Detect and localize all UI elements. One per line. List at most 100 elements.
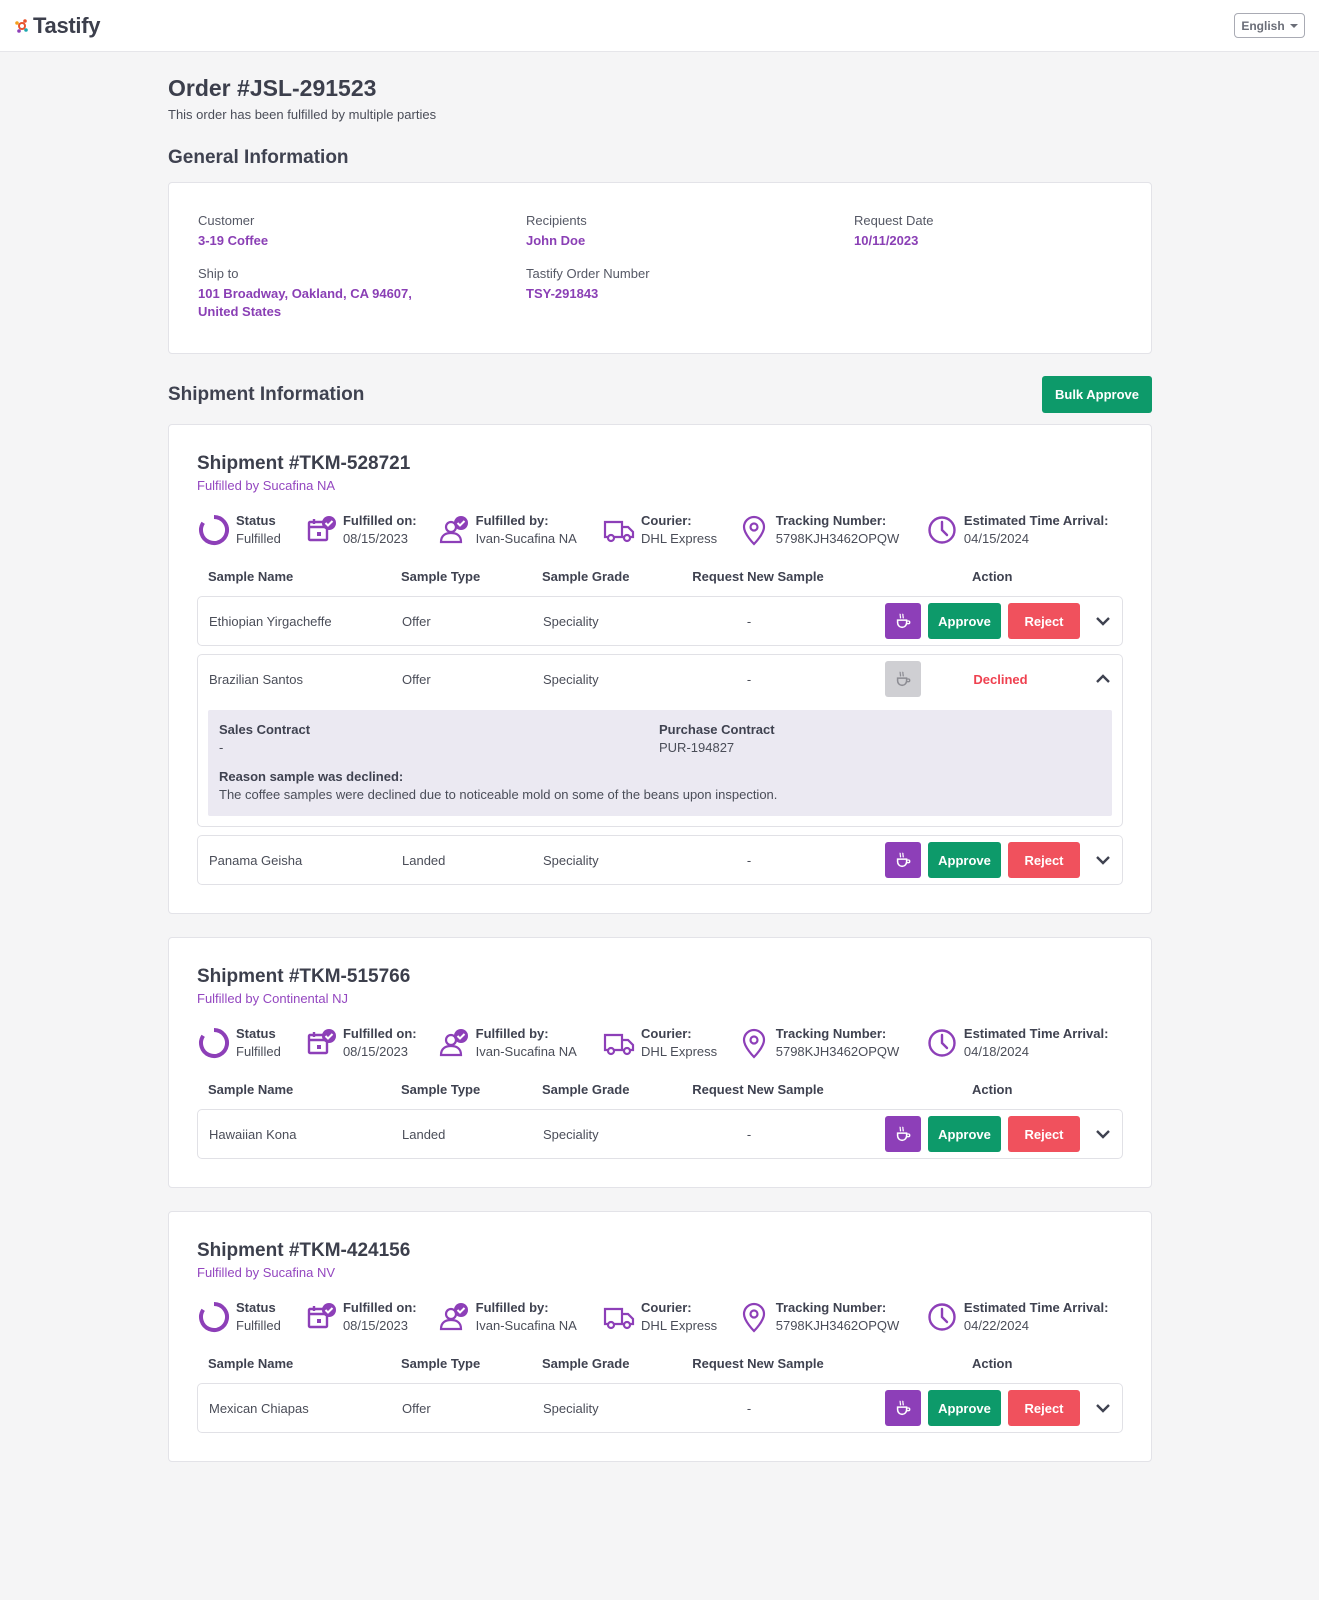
calendar-check-icon bbox=[304, 513, 338, 547]
reject-button[interactable]: Reject bbox=[1008, 1390, 1080, 1426]
meta-value: Ivan-Sucafina NA bbox=[475, 1318, 577, 1333]
meta-label: Status bbox=[236, 513, 276, 528]
reject-button[interactable]: Reject bbox=[1008, 1116, 1080, 1152]
cupping-button bbox=[885, 661, 921, 697]
cupping-button[interactable] bbox=[885, 603, 921, 639]
recipients-label: Recipients bbox=[526, 213, 587, 228]
cupping-button[interactable] bbox=[885, 1390, 921, 1426]
meta-value: 04/22/2024 bbox=[963, 1318, 1029, 1333]
purchase-contract-value: PUR-194827 bbox=[659, 740, 735, 755]
approve-button[interactable]: Approve bbox=[928, 1116, 1001, 1152]
meta-text: Estimated Time Arrival: 04/18/2024 bbox=[964, 1025, 1109, 1061]
location-pin-icon bbox=[737, 513, 771, 547]
reject-button[interactable]: Reject bbox=[1008, 842, 1080, 878]
sample-type: Offer bbox=[402, 613, 431, 629]
meta-label: Status bbox=[236, 1026, 276, 1041]
shipment-card: Shipment #TKM-528721 Fulfilled by Sucafin… bbox=[168, 424, 1152, 914]
meta-eta: Estimated Time Arrival: 04/22/2024 bbox=[925, 1299, 1123, 1335]
request-new-sample: - bbox=[746, 613, 752, 629]
meta-value: 5798KJH3462OPQW bbox=[775, 1044, 900, 1059]
request-new-sample: - bbox=[746, 1400, 752, 1416]
cupping-button[interactable] bbox=[885, 842, 921, 878]
clock-icon bbox=[925, 513, 959, 547]
meta-text: Estimated Time Arrival: 04/15/2024 bbox=[964, 512, 1109, 548]
tastify-order-value: TSY-291843 bbox=[526, 286, 599, 301]
sample-row: Panama Geisha Landed Speciality - Approve Rej… bbox=[197, 835, 1123, 885]
row-actions: Declined bbox=[827, 661, 1122, 697]
tastify-order-label: Tastify Order Number bbox=[526, 266, 650, 281]
col-header-request-new-sample: Request New Sample bbox=[692, 569, 824, 584]
col-header-sample-grade: Sample Grade bbox=[542, 1082, 630, 1097]
meta-label: Courier: bbox=[641, 1300, 692, 1315]
ship-to-field: Ship to 101 Broadway, Oakland, CA 94607,… bbox=[198, 266, 526, 321]
shipment-title: Shipment #TKM-528721 bbox=[197, 453, 411, 474]
meta-value: Ivan-Sucafina NA bbox=[475, 1044, 577, 1059]
sample-row: Mexican Chiapas Offer Speciality - Approve Re… bbox=[197, 1383, 1123, 1433]
sample-row: Hawaiian Kona Landed Speciality - Approve Rej… bbox=[197, 1109, 1123, 1159]
row-actions: Approve Reject bbox=[827, 1116, 1122, 1152]
chevron-down-icon[interactable] bbox=[1091, 609, 1115, 633]
meta-text: Tracking Number: 5798KJH3462OPQW bbox=[776, 1299, 900, 1335]
coffee-cup-icon bbox=[894, 612, 912, 630]
chevron-down-icon[interactable] bbox=[1091, 848, 1115, 872]
bulk-approve-button[interactable]: Bulk Approve bbox=[1042, 376, 1152, 413]
sample-row: Brazilian Santos Offer Speciality - Declined… bbox=[197, 654, 1123, 827]
sample-grade: Speciality bbox=[543, 1400, 599, 1416]
shipment-fulfilled-by: Fulfilled by Continental NJ bbox=[197, 991, 349, 1006]
meta-fulfilled-by: Fulfilled by: Ivan-Sucafina NA bbox=[437, 1299, 602, 1335]
chevron-up-icon[interactable] bbox=[1091, 667, 1115, 691]
col-header-sample-type: Sample Type bbox=[401, 1356, 481, 1371]
language-select[interactable]: English bbox=[1234, 13, 1305, 38]
reject-button[interactable]: Reject bbox=[1008, 603, 1080, 639]
customer-label: Customer bbox=[198, 213, 255, 228]
meta-text: Courier: DHL Express bbox=[641, 1025, 717, 1061]
sample-name: Hawaiian Kona bbox=[209, 1126, 297, 1142]
chevron-down-icon[interactable] bbox=[1091, 1396, 1115, 1420]
request-new-sample: - bbox=[746, 1126, 752, 1142]
approve-button[interactable]: Approve bbox=[928, 1390, 1001, 1426]
ship-to-label: Ship to bbox=[198, 266, 239, 281]
meta-courier: Courier: DHL Express bbox=[602, 512, 737, 548]
sample-name: Mexican Chiapas bbox=[209, 1400, 309, 1416]
meta-label: Fulfilled on: bbox=[342, 1300, 417, 1315]
meta-fulfilled-on: Fulfilled on: 08/15/2023 bbox=[304, 1025, 437, 1061]
ship-to-line1: 101 Broadway, Oakland, CA 94607, bbox=[198, 286, 412, 301]
truck-icon bbox=[602, 1026, 636, 1060]
meta-label: Estimated Time Arrival: bbox=[963, 1026, 1109, 1041]
meta-text: Fulfilled on: 08/15/2023 bbox=[343, 1025, 417, 1061]
meta-text: Fulfilled by: Ivan-Sucafina NA bbox=[476, 512, 577, 548]
contract-info: Sales Contract - Purchase Contract PUR-1948… bbox=[219, 722, 1101, 755]
approve-button[interactable]: Approve bbox=[928, 842, 1001, 878]
table-header: Sample Name Sample Type Sample Grade Reques… bbox=[197, 1356, 1123, 1374]
meta-text: Status Fulfilled bbox=[236, 1299, 281, 1335]
meta-label: Courier: bbox=[641, 513, 692, 528]
meta-label: Estimated Time Arrival: bbox=[963, 1300, 1109, 1315]
sample-name: Brazilian Santos bbox=[209, 671, 303, 687]
sample-row-main: Mexican Chiapas Offer Speciality - Approve Re… bbox=[198, 1384, 1122, 1432]
sample-grade: Speciality bbox=[543, 1126, 599, 1142]
decline-reason-field: Reason sample was declined: The coffee sa… bbox=[219, 769, 1101, 802]
sample-row-main: Ethiopian Yirgacheffe Offer Speciality - App… bbox=[198, 597, 1122, 645]
request-date-field: Request Date 10/11/2023 bbox=[854, 213, 1154, 250]
chevron-down-icon[interactable] bbox=[1091, 1122, 1115, 1146]
col-header-sample-grade: Sample Grade bbox=[542, 569, 630, 584]
caret-down-icon bbox=[1289, 23, 1298, 28]
meta-tracking: Tracking Number: 5798KJH3462OPQW bbox=[737, 1299, 925, 1335]
sales-contract-value: - bbox=[219, 740, 224, 755]
approve-button[interactable]: Approve bbox=[928, 603, 1001, 639]
row-actions: Approve Reject bbox=[827, 1390, 1122, 1426]
user-check-icon bbox=[437, 1026, 471, 1060]
cupping-button[interactable] bbox=[885, 1116, 921, 1152]
meta-label: Tracking Number: bbox=[775, 1300, 887, 1315]
decline-reason-text: The coffee samples were declined due to … bbox=[219, 787, 778, 802]
meta-label: Fulfilled by: bbox=[475, 513, 549, 528]
col-header-action: Action bbox=[972, 569, 1013, 584]
meta-courier: Courier: DHL Express bbox=[602, 1299, 737, 1335]
logo[interactable]: Tastify bbox=[14, 13, 100, 39]
meta-value: 04/18/2024 bbox=[963, 1044, 1029, 1059]
purchase-contract-label: Purchase Contract bbox=[659, 722, 775, 737]
meta-status: Status Fulfilled bbox=[197, 512, 304, 548]
meta-label: Tracking Number: bbox=[775, 513, 887, 528]
language-label: English bbox=[1241, 18, 1285, 33]
meta-value: 08/15/2023 bbox=[342, 1044, 409, 1059]
